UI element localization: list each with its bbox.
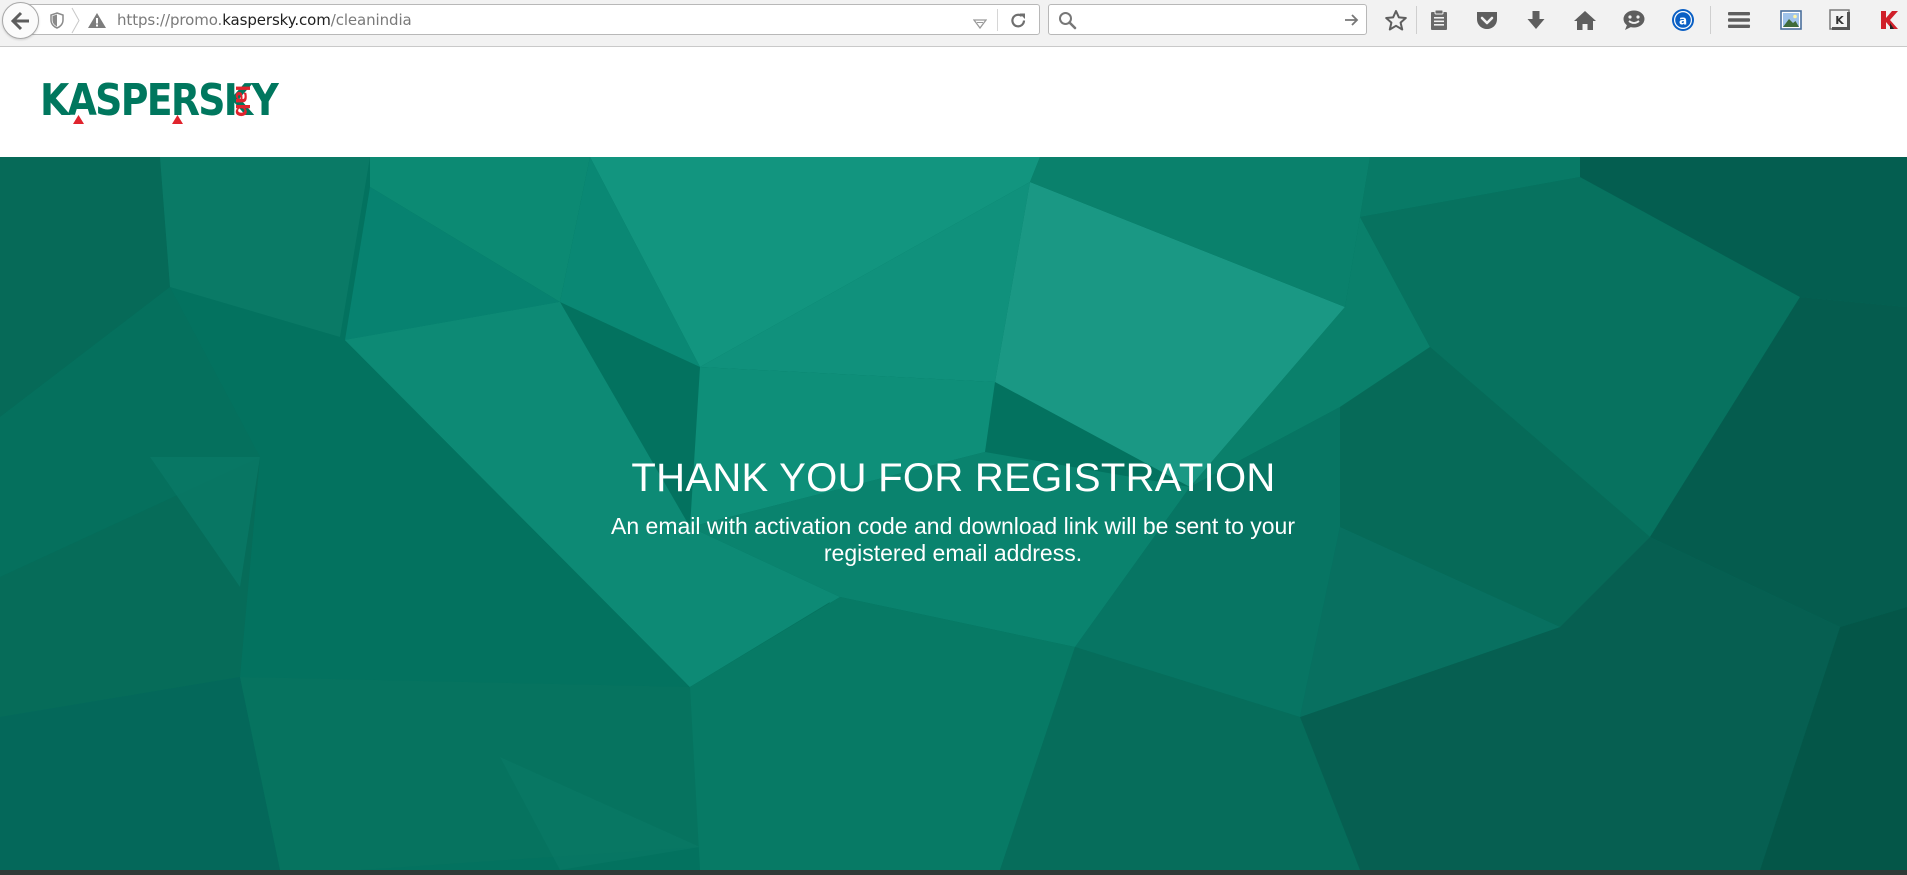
logo-accent-icon bbox=[73, 115, 84, 124]
logo-accent-icon bbox=[172, 115, 183, 124]
browser-toolbar: https://promo.kaspersky.com/cleanindia a… bbox=[0, 0, 1907, 47]
url-path: /cleanindia bbox=[330, 11, 412, 29]
svg-text:K: K bbox=[1835, 14, 1844, 27]
site-header: KASPERSKY lab bbox=[0, 47, 1907, 157]
toolbar-separator bbox=[1710, 6, 1711, 34]
bookmark-star-icon[interactable] bbox=[1381, 5, 1411, 35]
identity-separator bbox=[71, 7, 81, 39]
dropdown-icon[interactable] bbox=[972, 16, 988, 34]
kaspersky-k-icon[interactable]: K bbox=[1825, 5, 1855, 35]
pocket-icon[interactable] bbox=[1472, 5, 1502, 35]
svg-text:a: a bbox=[1679, 13, 1687, 27]
hero-banner: THANK YOU FOR REGISTRATION An email with… bbox=[0, 157, 1907, 870]
url-bar[interactable]: https://promo.kaspersky.com/cleanindia bbox=[26, 4, 1040, 35]
shield-icon[interactable] bbox=[49, 12, 65, 34]
bottom-strip bbox=[0, 870, 1907, 875]
url-prefix: https://promo. bbox=[117, 11, 223, 29]
url-domain: kaspersky.com bbox=[222, 11, 331, 29]
url-divider bbox=[997, 9, 998, 31]
hero-message: An email with activation code and downlo… bbox=[611, 513, 1295, 566]
warning-icon[interactable] bbox=[87, 12, 107, 34]
search-bar[interactable] bbox=[1048, 4, 1367, 35]
download-icon[interactable] bbox=[1521, 5, 1551, 35]
reader-list-icon[interactable] bbox=[1424, 5, 1454, 35]
menu-icon[interactable] bbox=[1724, 5, 1754, 35]
reload-icon[interactable] bbox=[1009, 11, 1028, 35]
back-icon bbox=[11, 11, 29, 31]
kaspersky-red-icon[interactable] bbox=[1874, 5, 1904, 35]
back-button[interactable] bbox=[2, 2, 39, 39]
go-arrow-icon[interactable] bbox=[1344, 13, 1359, 32]
home-icon[interactable] bbox=[1570, 5, 1600, 35]
logo-lab: lab bbox=[231, 85, 253, 117]
toolbar-separator bbox=[1416, 6, 1417, 34]
addon-a-icon[interactable]: a bbox=[1668, 5, 1698, 35]
search-input[interactable] bbox=[1083, 9, 1333, 31]
kaspersky-logo[interactable]: KASPERSKY lab bbox=[40, 79, 316, 129]
hero-title: THANK YOU FOR REGISTRATION bbox=[631, 456, 1276, 500]
search-icon bbox=[1058, 11, 1077, 35]
chat-icon[interactable] bbox=[1619, 5, 1649, 35]
url-text[interactable]: https://promo.kaspersky.com/cleanindia bbox=[117, 11, 412, 29]
image-icon[interactable] bbox=[1776, 5, 1806, 35]
